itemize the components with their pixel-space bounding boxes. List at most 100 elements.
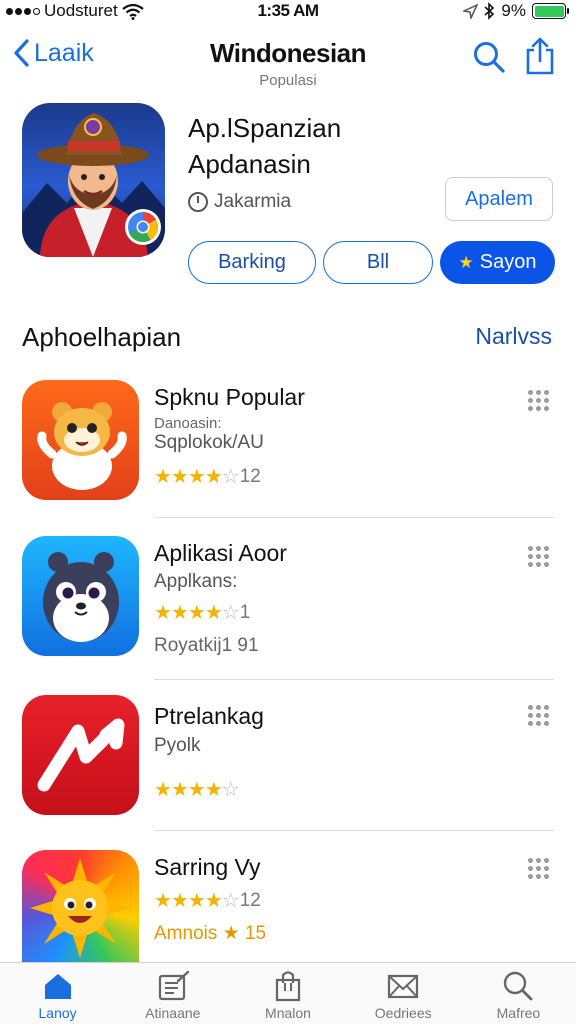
featured-app-name-line2: Apdanasin [188, 149, 311, 179]
row-divider [154, 517, 554, 518]
hamster-icon [22, 380, 139, 500]
tab-label: Lanoy [38, 1005, 77, 1021]
list-item[interactable]: Ptrelankag Pyolk ★ ★ ★ ★ ☆ [0, 695, 576, 831]
bluetooth-icon [484, 2, 495, 20]
star-filled-icon: ★ [154, 602, 172, 624]
rating-count: 1 [239, 601, 251, 623]
app-subtitle: Applkans: [154, 571, 238, 592]
star-icon: ★ [458, 252, 474, 272]
star-empty-icon: ☆ [221, 890, 240, 912]
app-name: Ptrelankag [154, 703, 264, 729]
star-filled-icon: ★ [187, 779, 206, 801]
more-options-icon[interactable] [528, 858, 550, 880]
star-rating: ★ ★ ★ ★ ☆ 1 [154, 600, 250, 625]
app-extra-info: Amnois ★ 15 [154, 923, 267, 944]
carrier-label: Uodsturet [44, 1, 118, 20]
tab-label: Oedriees [374, 1005, 432, 1021]
star-filled-icon: ★ [170, 890, 189, 912]
see-all-link[interactable]: Narlvss [475, 323, 552, 350]
tab-4[interactable]: Oedriees [346, 963, 461, 1024]
page-subtitle: Populasi [259, 72, 317, 89]
app-developer: Sqplokok/AU [154, 432, 264, 453]
tab-label: Mafreo [496, 1005, 541, 1021]
app-name: Aplikasi Aoor [154, 540, 287, 566]
wizard-character-icon [22, 113, 165, 257]
signal-dots-icon [6, 7, 40, 15]
pill-button-3[interactable]: ★ Sayon [440, 241, 555, 284]
row-divider [154, 679, 554, 680]
featured-get-button[interactable]: Apalem [445, 177, 553, 221]
star-rating: ★ ★ ★ ★ ☆ [154, 777, 240, 802]
app-subtitle: Pyolk [154, 735, 201, 756]
star-filled-icon: ★ [154, 890, 172, 912]
tab-5[interactable]: Mafreo [461, 963, 576, 1024]
search-icon [504, 971, 533, 1001]
status-bar: Uodsturet 1:35 AM 9% [0, 0, 576, 24]
rating-count: 12 [239, 465, 261, 487]
bag-icon [275, 971, 301, 1002]
wifi-icon [122, 3, 144, 20]
row-divider [154, 830, 554, 831]
list-item[interactable]: Sarring Vy ★ ★ ★ ★ ☆ 12 Amnois ★ 15 [0, 850, 576, 962]
list-item[interactable]: Spknu Popular Danoasin: Sqplokok/AU ★ ★ ★ ★… [0, 380, 576, 518]
star-rating: ★ ★ ★ ★ ☆ 12 [154, 888, 261, 913]
note-edit-icon [158, 970, 189, 1001]
app-extra-info: Royatkij1 91 [154, 635, 259, 656]
clock-icon [188, 192, 208, 212]
star-filled-icon: ★ [187, 602, 206, 624]
status-right: 9% [463, 1, 569, 21]
tab-label: Atinaane [145, 1005, 201, 1021]
pill-button-1[interactable]: Barking [188, 241, 316, 284]
search-button[interactable] [472, 40, 506, 74]
battery-percent: 9% [501, 1, 526, 20]
list-item[interactable]: Aplikasi Aoor Applkans: ★ ★ ★ ★ ☆ 1 Royatkij1… [0, 536, 576, 680]
rating-count: 12 [239, 889, 261, 911]
pill-button-3-label: Sayon [479, 251, 537, 273]
star-filled-icon: ★ [170, 779, 189, 801]
back-button[interactable]: Laaik [12, 38, 94, 68]
mail-icon [388, 974, 419, 999]
star-filled-icon: ★ [187, 890, 206, 912]
chevron-left-icon [14, 39, 29, 67]
share-button[interactable] [524, 36, 556, 76]
search-icon [474, 42, 505, 73]
star-filled-icon: ★ [204, 890, 223, 912]
featured-app-name-line1: Ap.lSpanzian [188, 113, 342, 143]
tab-bar: Lanoy Atinaane Mnalon Oedriees Mafreo [0, 962, 576, 1024]
star-empty-icon: ☆ [221, 466, 240, 488]
star-empty-icon: ☆ [221, 602, 240, 624]
tab-2[interactable]: Atinaane [115, 963, 230, 1024]
section-title: Aphoelhapian [22, 322, 182, 352]
star-filled-icon: ★ [187, 466, 206, 488]
star-filled-icon: ★ [204, 779, 223, 801]
star-empty-icon: ☆ [221, 779, 240, 801]
more-options-icon[interactable] [528, 546, 550, 568]
star-filled-icon: ★ [170, 602, 189, 624]
featured-app-developer: Jakarmia [188, 191, 291, 213]
app-name: Spknu Popular [154, 384, 305, 410]
tab-home[interactable]: Lanoy [0, 963, 115, 1024]
star-filled-icon: ★ [170, 466, 189, 488]
tab-3[interactable]: Mnalon [230, 963, 345, 1024]
more-options-icon[interactable] [528, 390, 550, 412]
more-options-icon[interactable] [528, 705, 550, 727]
featured-app-icon[interactable] [22, 103, 165, 257]
star-filled-icon: ★ [204, 466, 223, 488]
pill-button-2[interactable]: Bll [323, 241, 433, 284]
battery-icon [532, 3, 569, 19]
featured-app-name: Ap.lSpanzian Apdanasin [188, 110, 341, 182]
app-subtitle: Danoasin: [154, 415, 222, 432]
star-filled-icon: ★ [154, 779, 172, 801]
star-filled-icon: ★ [154, 466, 172, 488]
star-filled-icon: ★ [204, 602, 223, 624]
status-left: Uodsturet [6, 1, 144, 21]
home-icon [44, 974, 71, 999]
mole-icon [22, 536, 139, 656]
featured-developer-label: Jakarmia [214, 191, 292, 212]
star-rating: ★ ★ ★ ★ ☆ 12 [154, 464, 261, 489]
arrow-icon [22, 695, 139, 815]
back-label: Laaik [34, 38, 94, 67]
battery-fill [534, 5, 564, 17]
location-arrow-icon [463, 3, 479, 19]
app-name: Sarring Vy [154, 854, 261, 880]
